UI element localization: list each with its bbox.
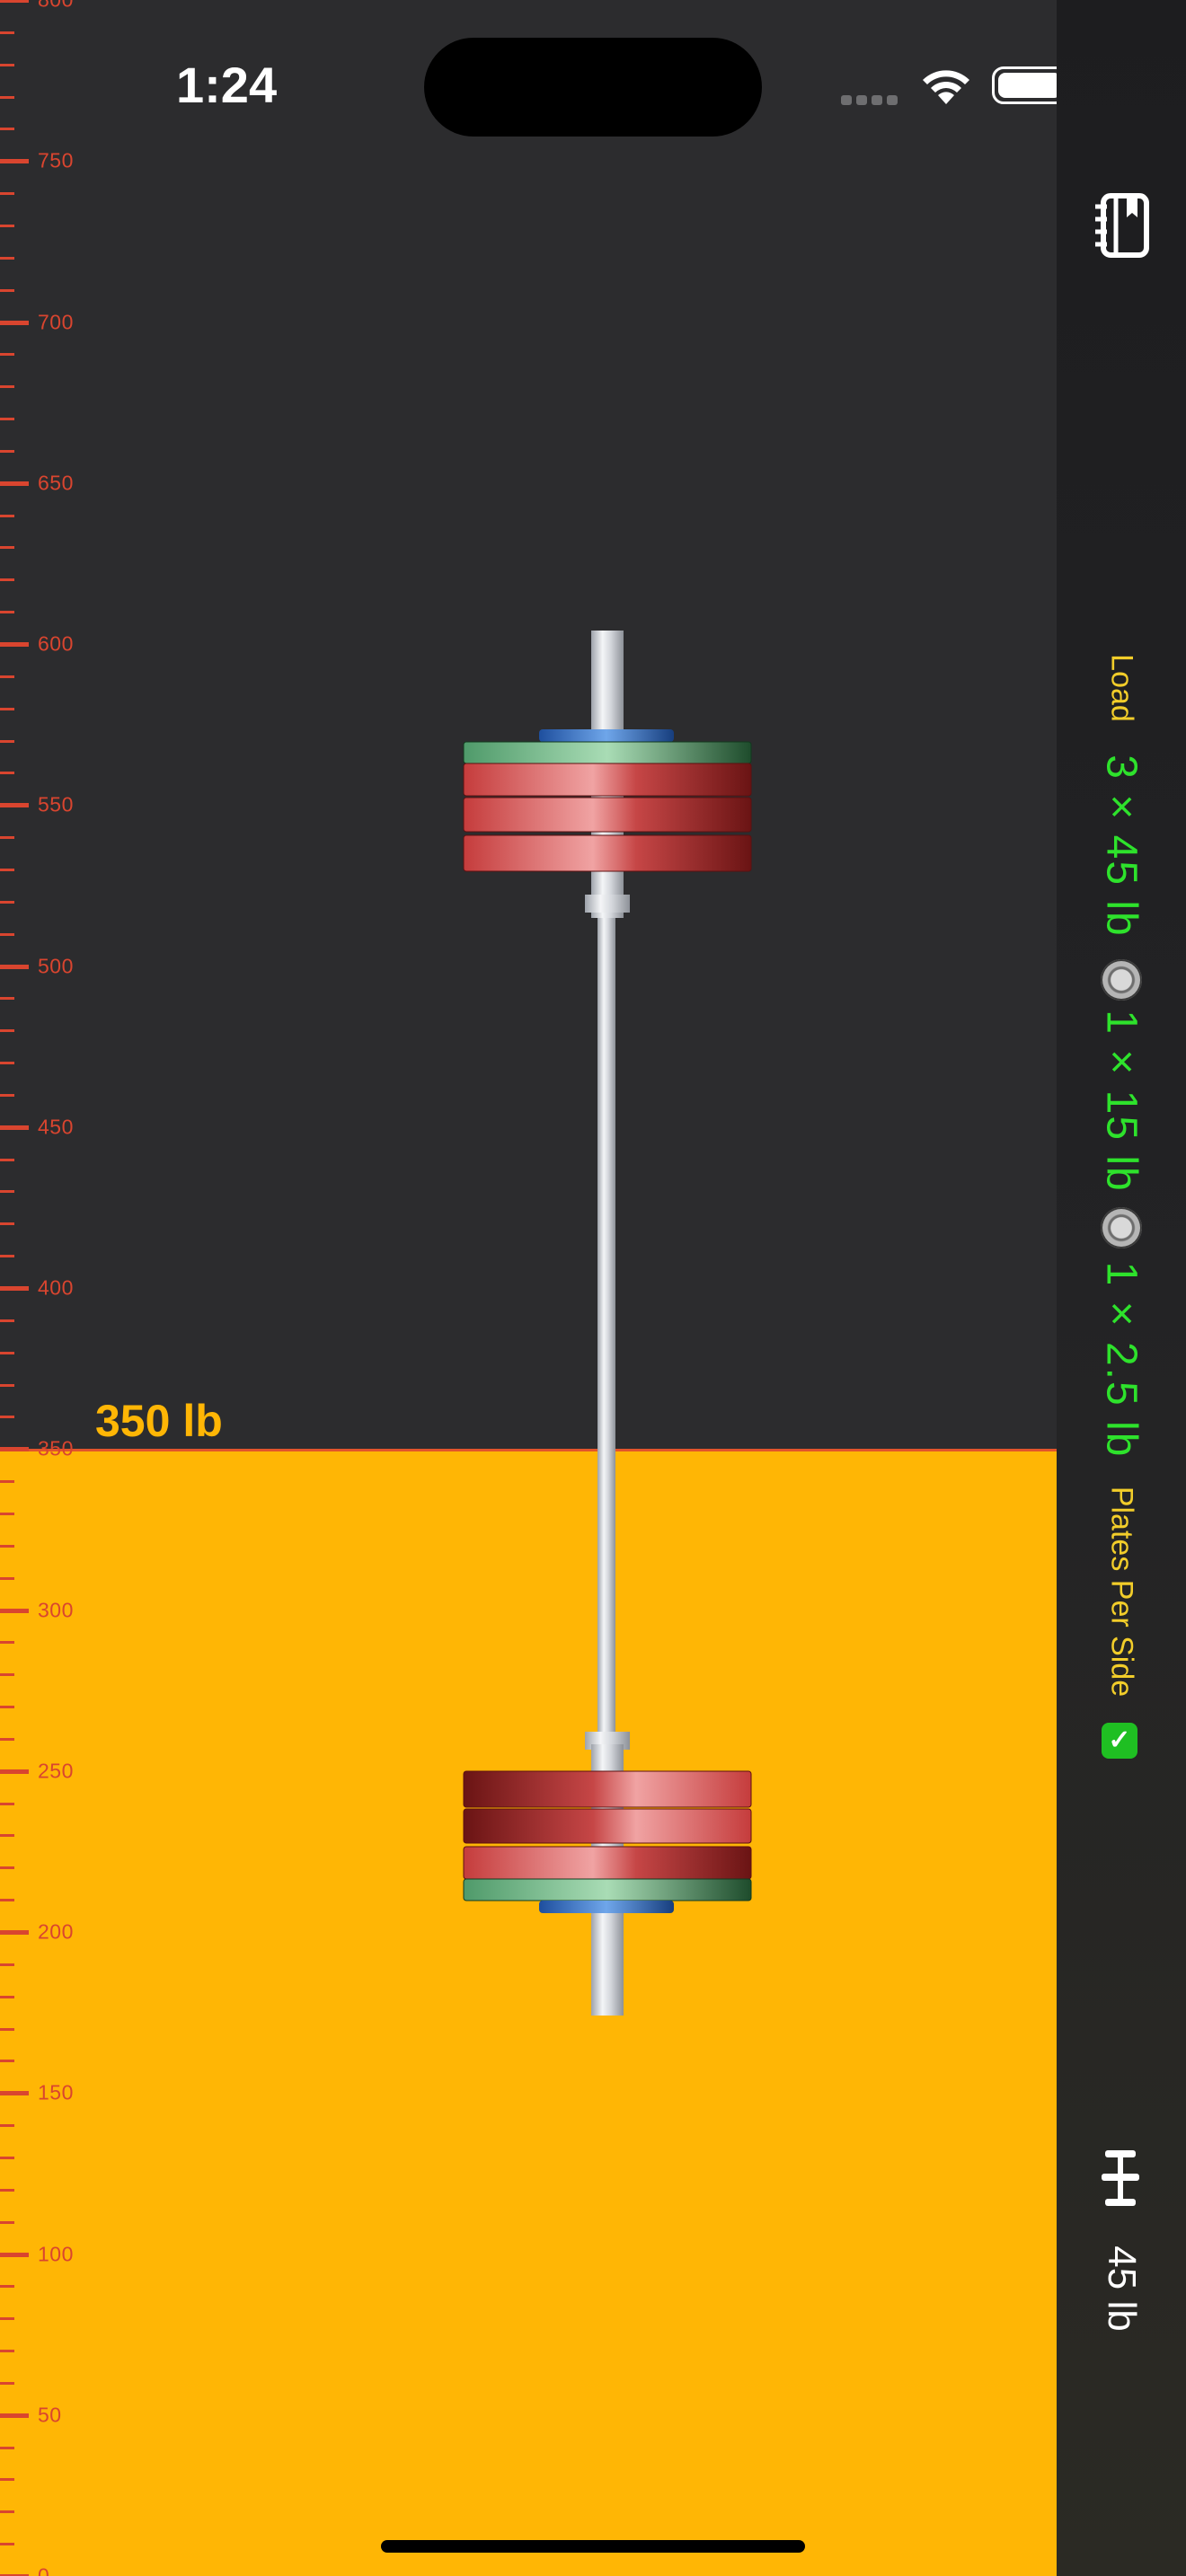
load-title: Load: [1104, 654, 1139, 722]
checkbox-checked-icon[interactable]: ✓: [1102, 1723, 1137, 1759]
barbell: [463, 631, 752, 2016]
cellular-signal-icon: [841, 93, 902, 110]
plate-15-count: 1 × 15 lb: [1097, 1010, 1146, 1193]
plate-2-5-count: 1 × 2.5 lb: [1097, 1261, 1146, 1459]
status-time: 1:24: [176, 57, 278, 113]
wifi-icon: [923, 70, 969, 104]
load-gauge[interactable]: 8007507006506005505004504003503002502001…: [0, 0, 1057, 2576]
logbook-icon[interactable]: [1093, 192, 1152, 259]
dumbbell-icon[interactable]: [1102, 2147, 1139, 2210]
plate-divider-icon: [1101, 959, 1142, 1001]
home-indicator[interactable]: [381, 2540, 805, 2553]
plates-per-side-label: Plates Per Side: [1104, 1486, 1139, 1698]
dynamic-island: [424, 38, 762, 137]
bar-weight: 45 lb: [1100, 2245, 1144, 2332]
plate-45-count: 3 × 45 lb: [1097, 754, 1146, 938]
plate-divider-icon: [1101, 1207, 1142, 1248]
